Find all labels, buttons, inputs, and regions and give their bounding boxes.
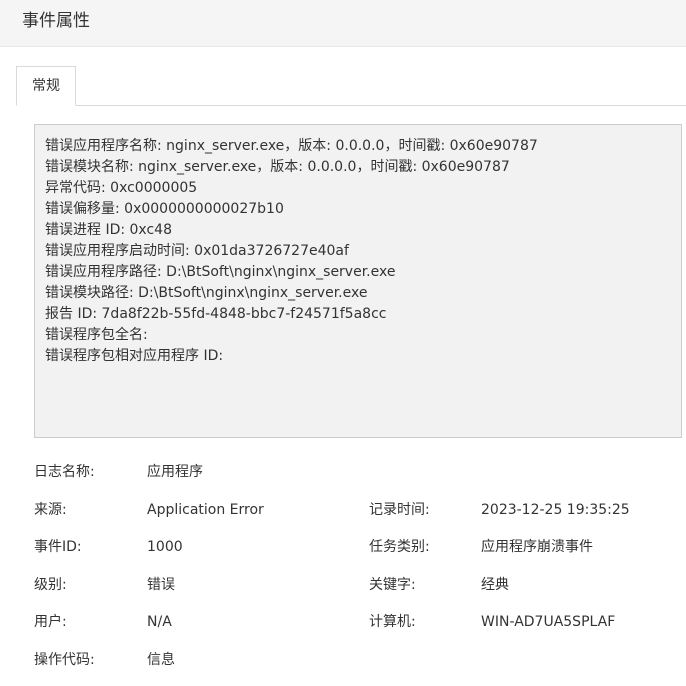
event-id-label: 事件ID: <box>34 539 82 555</box>
property-row: 级别: 错误 关键字: 经典 <box>34 567 674 605</box>
description-line: 错误进程 ID: 0xc48 <box>45 222 172 238</box>
property-row: 用户: N/A 计算机: WIN-AD7UA5SPLAF <box>34 604 674 642</box>
property-row: 来源: Application Error 记录时间: 2023-12-25 1… <box>34 492 674 530</box>
level-value: 错误 <box>147 576 175 593</box>
opcode-label: 操作代码: <box>34 651 95 668</box>
source-label: 来源: <box>34 501 67 518</box>
log-name-label: 日志名称: <box>34 464 95 480</box>
description-line: 错误偏移量: 0x0000000000027b10 <box>45 201 284 217</box>
description-line: 报告 ID: 7da8f22b-55fd-4848-bbc7-f24571f5a… <box>45 306 387 322</box>
keywords-label: 关键字: <box>369 576 416 593</box>
event-id-value: 1000 <box>147 539 183 555</box>
property-row: 日志名称: 应用程序 <box>34 454 674 492</box>
task-category-label: 任务类别: <box>369 539 430 555</box>
logged-value: 2023-12-25 19:35:25 <box>481 501 630 518</box>
user-label: 用户: <box>34 614 67 630</box>
source-value: Application Error <box>147 501 264 518</box>
description-line: 错误应用程序启动时间: 0x01da3726727e40af <box>45 243 349 259</box>
description-line: 错误模块名称: nginx_server.exe，版本: 0.0.0.0，时间戳… <box>45 159 510 175</box>
opcode-value: 信息 <box>147 651 175 668</box>
user-value: N/A <box>147 614 172 630</box>
description-line: 错误应用程序路径: D:\BtSoft\nginx\nginx_server.e… <box>45 264 396 280</box>
window-title: 事件属性 <box>22 11 90 31</box>
computer-value: WIN-AD7UA5SPLAF <box>481 614 616 630</box>
computer-label: 计算机: <box>369 614 416 630</box>
tab-bar: 常规 <box>16 66 686 106</box>
event-properties: 日志名称: 应用程序 来源: Application Error 记录时间: 2… <box>34 454 674 679</box>
description-line: 错误模块路径: D:\BtSoft\nginx\nginx_server.exe <box>45 285 368 301</box>
description-line: 错误程序包相对应用程序 ID: <box>45 348 224 364</box>
task-category-value: 应用程序崩溃事件 <box>481 539 593 555</box>
description-line: 异常代码: 0xc0000005 <box>45 180 198 196</box>
property-row: 事件ID: 1000 任务类别: 应用程序崩溃事件 <box>34 529 674 567</box>
property-row: 操作代码: 信息 <box>34 642 674 680</box>
log-name-value: 应用程序 <box>147 464 203 480</box>
description-line: 错误程序包全名: <box>45 327 148 343</box>
description-line: 错误应用程序名称: nginx_server.exe，版本: 0.0.0.0，时… <box>45 138 538 154</box>
keywords-value: 经典 <box>481 576 509 593</box>
title-bar: 事件属性 <box>0 0 686 47</box>
tab-general[interactable]: 常规 <box>16 66 76 106</box>
level-label: 级别: <box>34 576 67 593</box>
event-description[interactable]: 错误应用程序名称: nginx_server.exe，版本: 0.0.0.0，时… <box>34 124 682 438</box>
logged-label: 记录时间: <box>369 501 430 518</box>
